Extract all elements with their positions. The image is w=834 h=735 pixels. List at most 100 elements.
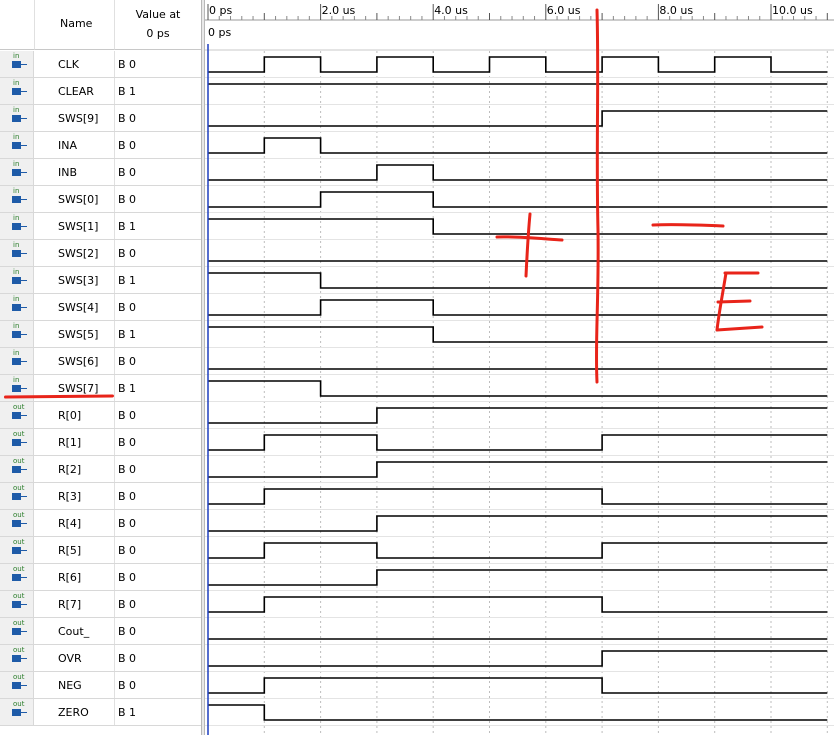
waveform-sws-7-	[208, 380, 828, 397]
column-divider	[114, 267, 115, 293]
signal-name[interactable]: SWS[6]	[58, 355, 98, 368]
input-pin-icon: in	[0, 348, 34, 374]
signal-name[interactable]: SWS[4]	[58, 301, 98, 314]
pin-direction-label: in	[13, 187, 20, 195]
column-divider	[114, 78, 115, 104]
signal-value: B 0	[118, 301, 137, 314]
signal-value: B 0	[118, 166, 137, 179]
signal-row[interactable]: out R[1] B 0	[0, 429, 201, 456]
signal-row[interactable]: out Cout_ B 0	[0, 618, 201, 645]
waveform-neg	[208, 677, 828, 694]
output-pin-icon: out	[0, 402, 34, 428]
pin-body-icon	[12, 385, 21, 392]
signal-value: B 0	[118, 625, 137, 638]
pin-lead-icon	[21, 253, 27, 254]
column-divider	[114, 618, 115, 644]
signal-row[interactable]: in SWS[5] B 1	[0, 321, 201, 348]
pin-lead-icon	[21, 469, 27, 470]
signal-name[interactable]: SWS[1]	[58, 220, 98, 233]
signal-row[interactable]: in INB B 0	[0, 159, 201, 186]
output-pin-icon: out	[0, 618, 34, 644]
signal-row[interactable]: out R[5] B 0	[0, 537, 201, 564]
signal-row[interactable]: out R[3] B 0	[0, 483, 201, 510]
signal-row[interactable]: out R[2] B 0	[0, 456, 201, 483]
signal-row[interactable]: out R[4] B 0	[0, 510, 201, 537]
signal-name[interactable]: INB	[58, 166, 77, 179]
signal-row[interactable]: out OVR B 0	[0, 645, 201, 672]
signal-row[interactable]: in SWS[4] B 0	[0, 294, 201, 321]
signal-row[interactable]: in SWS[9] B 0	[0, 105, 201, 132]
waveform-canvas[interactable]: 0 ps 2.0 us 4.0 us 6.0 us 8.0 us 10.0 us 0 ps	[205, 0, 834, 735]
signal-name[interactable]: SWS[5]	[58, 328, 98, 341]
signal-row[interactable]: in SWS[6] B 0	[0, 348, 201, 375]
pin-body-icon	[12, 466, 21, 473]
pin-body-icon	[12, 358, 21, 365]
value-column-header[interactable]: Value at 0 ps	[114, 0, 201, 50]
column-divider	[114, 294, 115, 320]
signal-row[interactable]: out R[7] B 0	[0, 591, 201, 618]
pin-lead-icon	[21, 118, 27, 119]
ruler-tick-label: 0 ps	[209, 4, 232, 17]
waveform-sws-1-	[208, 218, 828, 235]
signal-name[interactable]: SWS[7]	[58, 382, 98, 395]
signal-value: B 0	[118, 652, 137, 665]
output-pin-icon: out	[0, 456, 34, 482]
signal-name[interactable]: OVR	[58, 652, 82, 665]
column-divider	[114, 483, 115, 509]
waveform-area[interactable]: 0 ps 2.0 us 4.0 us 6.0 us 8.0 us 10.0 us 0 ps	[205, 0, 834, 735]
input-pin-icon: in	[0, 78, 34, 104]
signal-name[interactable]: CLEAR	[58, 85, 94, 98]
signal-name[interactable]: NEG	[58, 679, 82, 692]
signal-row[interactable]: in CLEAR B 1	[0, 78, 201, 105]
signal-name[interactable]: R[3]	[58, 490, 81, 503]
signal-row[interactable]: out R[6] B 0	[0, 564, 201, 591]
pin-body-icon	[12, 331, 21, 338]
signal-row[interactable]: in SWS[1] B 1	[0, 213, 201, 240]
input-pin-icon: in	[0, 51, 34, 77]
pin-body-icon	[12, 61, 21, 68]
signal-name[interactable]: R[2]	[58, 463, 81, 476]
signal-name[interactable]: R[4]	[58, 517, 81, 530]
pin-body-icon	[12, 277, 21, 284]
signal-row[interactable]: out ZERO B 1	[0, 699, 201, 726]
signal-name[interactable]: SWS[9]	[58, 112, 98, 125]
column-divider	[114, 321, 115, 347]
pin-body-icon	[12, 88, 21, 95]
signal-name[interactable]: R[6]	[58, 571, 81, 584]
time-ruler	[205, 0, 834, 20]
signal-value: B 0	[118, 409, 137, 422]
signal-name[interactable]: R[7]	[58, 598, 81, 611]
pin-body-icon	[12, 493, 21, 500]
signal-value: B 0	[118, 355, 137, 368]
signal-name[interactable]: SWS[2]	[58, 247, 98, 260]
signal-row[interactable]: out R[0] B 0	[0, 402, 201, 429]
input-pin-icon: in	[0, 159, 34, 185]
column-divider	[114, 699, 115, 725]
value-column-label-line2: 0 ps	[146, 27, 170, 40]
signal-row[interactable]: in SWS[2] B 0	[0, 240, 201, 267]
signal-name[interactable]: SWS[0]	[58, 193, 98, 206]
signal-value: B 0	[118, 58, 137, 71]
signal-name[interactable]: SWS[3]	[58, 274, 98, 287]
pin-direction-label: in	[13, 106, 20, 114]
signal-name[interactable]: CLK	[58, 58, 79, 71]
pin-body-icon	[12, 601, 21, 608]
signal-row[interactable]: in INA B 0	[0, 132, 201, 159]
signal-name[interactable]: Cout_	[58, 625, 89, 638]
signal-row[interactable]: out NEG B 0	[0, 672, 201, 699]
signal-row[interactable]: in SWS[3] B 1	[0, 267, 201, 294]
column-divider	[114, 240, 115, 266]
ruler-tick-label: 10.0 us	[772, 4, 813, 17]
name-column-header[interactable]: Name	[34, 0, 114, 50]
signal-row[interactable]: in SWS[0] B 0	[0, 186, 201, 213]
pin-direction-label: out	[13, 484, 25, 492]
signal-name[interactable]: R[0]	[58, 409, 81, 422]
signal-row[interactable]: in CLK B 0	[0, 51, 201, 78]
pin-direction-label: out	[13, 538, 25, 546]
signal-name[interactable]: INA	[58, 139, 77, 152]
pin-direction-label: in	[13, 79, 20, 87]
signal-name[interactable]: R[1]	[58, 436, 81, 449]
pin-lead-icon	[21, 442, 27, 443]
signal-name[interactable]: ZERO	[58, 706, 89, 719]
signal-name[interactable]: R[5]	[58, 544, 81, 557]
